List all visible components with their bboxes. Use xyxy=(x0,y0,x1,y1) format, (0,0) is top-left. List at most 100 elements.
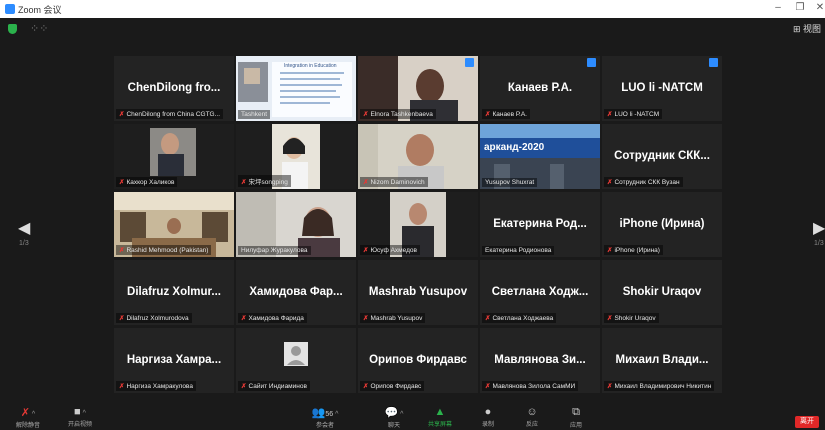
chat-icon: 💬 xyxy=(384,407,399,419)
muted-mic-icon: ✗ xyxy=(363,383,369,390)
participant-name-large: Сотрудник СКК... xyxy=(614,150,710,162)
meeting-info-icon[interactable]: ⁘⁘ xyxy=(30,22,48,35)
participant-label-text: Dilafruz Xolmurodova xyxy=(126,315,189,322)
participant-name-large: ChenDilong fro... xyxy=(127,82,221,94)
muted-mic-icon: ✗ xyxy=(607,247,613,254)
page-indicator-left: 1/3 xyxy=(19,240,29,247)
participant-tile[interactable]: Орипов Фирдавс ✗ Орипов Фирдавс xyxy=(358,328,478,393)
participant-tile[interactable]: Наргиза Хамра... ✗ Наргиза Хамракулова xyxy=(114,328,234,393)
muted-mic-icon: ✗ xyxy=(363,247,369,254)
participant-label: ✗ Nizom Daminovich xyxy=(360,177,428,187)
record-button[interactable]: ● 录制 xyxy=(470,406,506,428)
participant-name-large: Орипов Фирдавс xyxy=(369,354,467,366)
chat-button[interactable]: 💬 ^ 聊天 xyxy=(374,406,414,429)
participant-label-text: LUO li -NATCM xyxy=(614,111,660,118)
participant-label: ✗ Кахкор Халиков xyxy=(116,177,178,187)
apps-button[interactable]: ⧉ 应用 xyxy=(558,406,594,429)
start-video-button[interactable]: ■ ^ 开启视频 xyxy=(58,406,102,428)
participants-button[interactable]: 👥56 ^ 参会者 xyxy=(302,406,348,429)
participant-name-large: Михаил Влади... xyxy=(615,354,709,366)
participant-tile[interactable]: ✗ Юсуф Ахмедов xyxy=(358,192,478,257)
participant-tile[interactable]: Светлана Ходж... ✗ Светлана Ходжаева xyxy=(480,260,600,325)
muted-mic-icon: ✗ xyxy=(241,383,247,390)
participant-tile[interactable]: Dilafruz Xolmur... ✗ Dilafruz Xolmurodova xyxy=(114,260,234,325)
participant-label-text: Elnora Tashkenbaeva xyxy=(370,111,433,118)
participant-tile[interactable]: арканд-2020 Yusupov Shuxrat xyxy=(480,124,600,189)
share-badge-icon xyxy=(709,58,718,67)
participant-label-text: Сайит Индиаминов xyxy=(248,383,307,390)
participant-label: ✗ Dilafruz Xolmurodova xyxy=(116,313,192,323)
participant-tile[interactable]: Михаил Влади... ✗ Михаил Владимирович Ник… xyxy=(602,328,722,393)
participant-tile[interactable]: ✗ Кахкор Халиков xyxy=(114,124,234,189)
encryption-shield-icon[interactable] xyxy=(8,24,17,34)
participant-tile[interactable]: ✗ Сайит Индиаминов xyxy=(236,328,356,393)
share-screen-icon: ▲ xyxy=(434,406,446,418)
share-screen-button[interactable]: ▲ 共享屏幕 xyxy=(420,406,460,428)
participant-label: ✗ Мавлянова Зилола СамМИ xyxy=(482,381,579,391)
participant-label-text: Орипов Фирдавс xyxy=(370,383,422,390)
participant-label: ✗ Орипов Фирдавс xyxy=(360,381,425,391)
close-icon[interactable]: ✕ xyxy=(813,2,825,13)
muted-mic-icon: ✗ xyxy=(607,383,613,390)
participant-label-text: Mashrab Yusupov xyxy=(370,315,423,322)
video-off-icon: ■ xyxy=(74,406,81,418)
participant-label-text: Михаил Владимирович Никитин xyxy=(614,383,712,390)
chat-label: 聊天 xyxy=(387,423,400,429)
zoom-logo-icon xyxy=(5,4,15,14)
muted-mic-icon: ✗ xyxy=(241,179,247,186)
participant-tile[interactable]: ✗ Rashid Mehmood (Pakistan) xyxy=(114,192,234,257)
record-icon: ● xyxy=(484,406,492,418)
participant-label-text: Кахкор Халиков xyxy=(126,179,175,186)
restore-icon[interactable]: ❐ xyxy=(793,2,807,13)
participant-tile[interactable]: LUO li -NATCM ✗ LUO li -NATCM xyxy=(602,56,722,121)
participant-tile[interactable]: Сотрудник СКК... ✗ Сотрудник СКК Вузан xyxy=(602,124,722,189)
participant-tile-active-speaker[interactable]: Integration in Education Tashkent xyxy=(236,56,356,121)
window-title: Zoom 会议 xyxy=(18,5,62,15)
view-button[interactable]: ⊞ 视图 xyxy=(793,22,821,35)
participant-tile[interactable]: ✗ Nizom Daminovich xyxy=(358,124,478,189)
participant-tile[interactable]: Екатерина Род... Екатерина Родионова xyxy=(480,192,600,257)
participant-label: ✗ ChenDilong from China CGTG... xyxy=(116,109,224,119)
reactions-icon: ☺ xyxy=(526,406,538,418)
participant-label-text: Yusupov Shuxrat xyxy=(485,179,535,186)
muted-mic-icon: ✗ xyxy=(363,179,369,186)
participants-label: 参会者 xyxy=(315,423,334,429)
participant-label: Нилуфар Журакулова xyxy=(238,246,311,255)
participant-label-text: Tashkent xyxy=(241,111,268,118)
participant-label-text: Наргиза Хамракулова xyxy=(126,383,193,390)
participant-name-large: Dilafruz Xolmur... xyxy=(127,286,221,298)
participant-tile[interactable]: ChenDilong fro... ✗ ChenDilong from China… xyxy=(114,56,234,121)
muted-mic-icon: ✗ xyxy=(607,315,613,322)
unmute-button[interactable]: ✗ ^ 解除静音 xyxy=(6,406,50,429)
participant-tile[interactable]: Нилуфар Журакулова xyxy=(236,192,356,257)
participant-tile[interactable]: ✗ Elnora Tashkenbaeva xyxy=(358,56,478,121)
muted-mic-icon: ✗ xyxy=(485,315,491,322)
participant-label: ✗ Хамидова Фарида xyxy=(238,313,307,323)
participant-label-text: Nizom Daminovich xyxy=(370,179,425,186)
participant-label-text: Екатерина Родионова xyxy=(485,247,552,254)
leave-meeting-button[interactable]: 离开 xyxy=(795,416,819,428)
participant-label: ✗ Юсуф Ахмедов xyxy=(360,245,420,255)
participant-label: ✗ Сайит Индиаминов xyxy=(238,381,310,391)
unmute-label: 解除静音 xyxy=(15,423,40,429)
participant-tile[interactable]: Хамидова Фар... ✗ Хамидова Фарида xyxy=(236,260,356,325)
muted-mic-icon: ✗ xyxy=(119,315,125,322)
page-indicator-right: 1/3 xyxy=(814,240,824,247)
title-bar: Zoom 会议 – ❐ ✕ xyxy=(0,0,825,19)
share-badge-icon xyxy=(465,58,474,67)
participant-label: ✗ Светлана Ходжаева xyxy=(482,313,557,323)
prev-page-icon[interactable]: ◀ xyxy=(18,218,30,238)
participant-tile[interactable]: Mashrab Yusupov ✗ Mashrab Yusupov xyxy=(358,260,478,325)
reactions-button[interactable]: ☺ 反应 xyxy=(514,406,550,428)
minimize-icon[interactable]: – xyxy=(771,2,785,13)
participants-icon: 👥 xyxy=(311,407,326,419)
participant-name-large: Светлана Ходж... xyxy=(491,286,589,298)
participant-tile[interactable]: Мавлянова Зи... ✗ Мавлянова Зилола СамМИ xyxy=(480,328,600,393)
participant-tile[interactable]: Shokir Uraqov ✗ Shokir Uraqov xyxy=(602,260,722,325)
participant-tile[interactable]: Канаев Р.А. ✗ Канаев Р.А. xyxy=(480,56,600,121)
next-page-icon[interactable]: ▶ xyxy=(813,218,825,238)
participant-tile[interactable]: iPhone (Ирина) ✗ iPhone (Ирина) xyxy=(602,192,722,257)
participant-tile[interactable]: ✗ 宋坪songping xyxy=(236,124,356,189)
participant-label-text: Канаев Р.А. xyxy=(492,111,527,118)
participant-name-large: iPhone (Ирина) xyxy=(619,218,705,230)
